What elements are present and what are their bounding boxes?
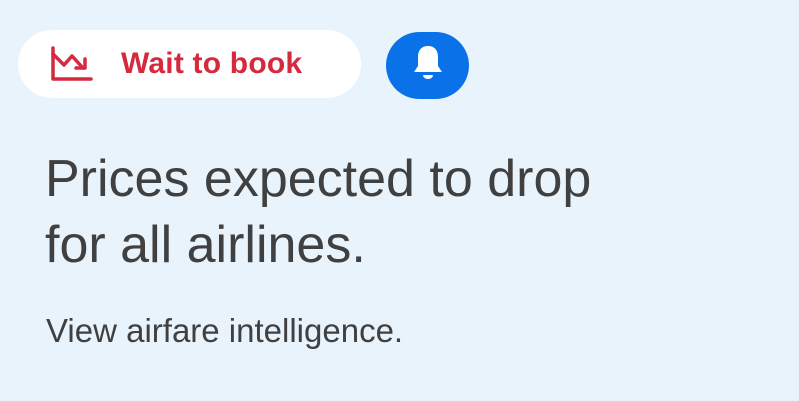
bell-icon <box>411 43 445 88</box>
wait-to-book-badge: Wait to book <box>18 30 361 98</box>
airfare-intelligence-link[interactable]: View airfare intelligence. <box>46 312 403 350</box>
trending-down-icon <box>50 46 94 82</box>
badge-label: Wait to book <box>121 47 303 80</box>
price-alert-button[interactable] <box>386 32 469 99</box>
headline-line-2: for all airlines. <box>45 216 366 274</box>
headline-line-1: Prices expected to drop <box>45 150 592 208</box>
page-headline: Prices expected to drop for all airlines… <box>45 146 785 278</box>
